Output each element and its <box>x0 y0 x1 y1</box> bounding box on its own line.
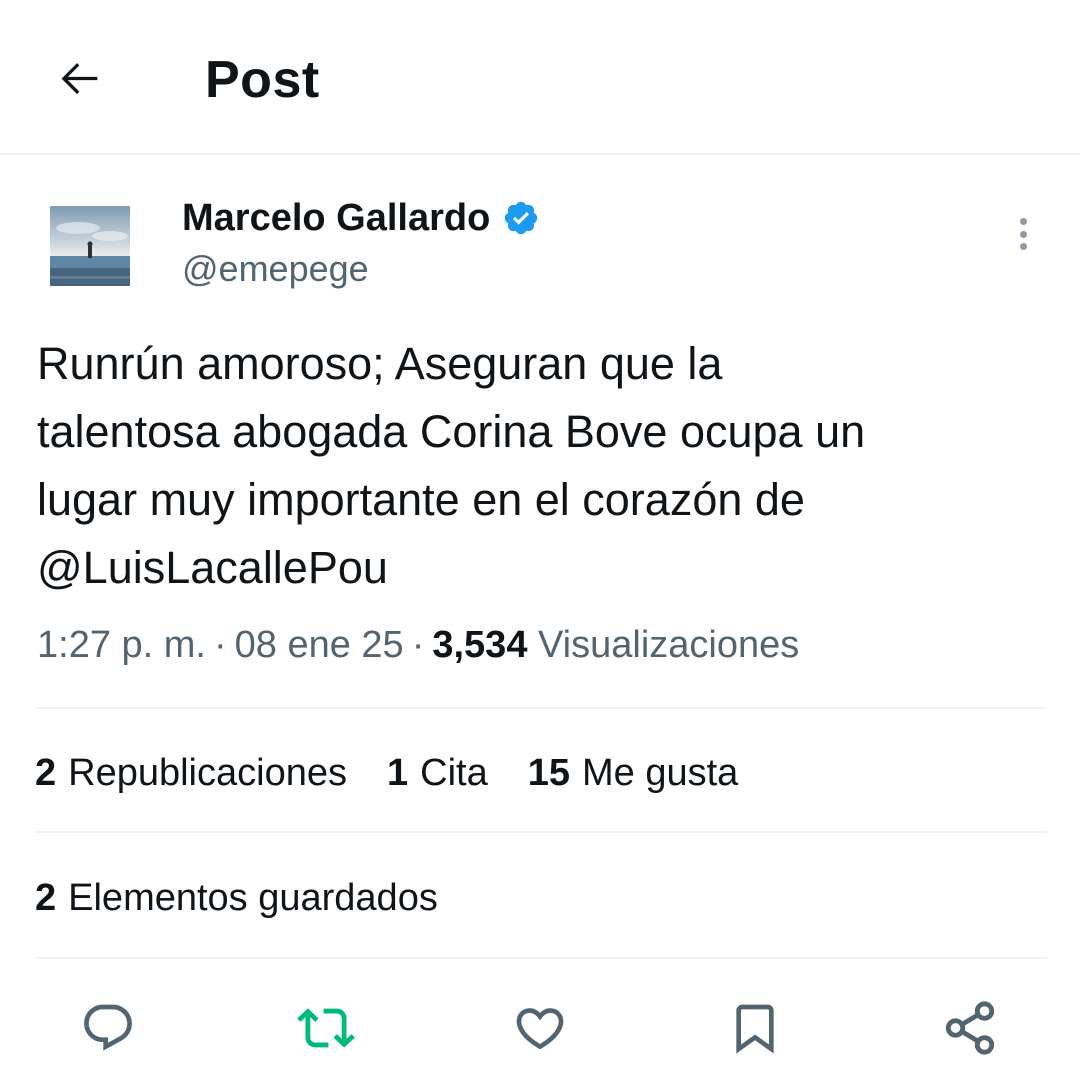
bookmarks-count: 2 <box>35 876 57 919</box>
mention-link[interactable]: @LuisLacallePou <box>37 534 1047 602</box>
top-bar: Post <box>0 0 1080 155</box>
post-meta: 1:27 p. m. · 08 ene 25 · 3,534 Visualizacion… <box>37 618 799 672</box>
author-name[interactable]: Marcelo Gallardo <box>182 194 490 242</box>
more-dot <box>1019 230 1027 238</box>
likes-count: 15 <box>527 751 570 794</box>
share-button[interactable] <box>940 998 1000 1058</box>
divider <box>35 957 1047 959</box>
verified-badge-icon <box>502 199 540 237</box>
avatar-image <box>50 206 130 286</box>
quotes-stat[interactable]: 1 Cita <box>387 752 488 795</box>
quotes-label: Cita <box>420 751 488 794</box>
post-date[interactable]: 08 ene 25 <box>235 624 404 666</box>
quotes-count: 1 <box>386 751 409 794</box>
author-handle[interactable]: @emepege <box>182 246 369 292</box>
action-bar <box>0 990 1080 1066</box>
bookmark-icon <box>736 1004 774 1054</box>
more-dots-icon <box>1019 218 1027 225</box>
likes-stat[interactable]: 15 Me gusta <box>528 752 739 795</box>
bookmark-button[interactable] <box>725 998 785 1058</box>
author-name-row: Marcelo Gallardo <box>182 194 540 242</box>
more-dot <box>1019 243 1027 250</box>
divider <box>35 831 1047 833</box>
post-time[interactable]: 1:27 p. m. <box>37 624 206 666</box>
post-text-line: lugar muy importante en el corazón de <box>37 474 805 525</box>
repost-button[interactable] <box>296 998 356 1058</box>
post-author: Marcelo Gallardo @emepege <box>0 190 1080 300</box>
avatar[interactable] <box>50 206 130 286</box>
reposts-stat[interactable]: 2 Republicaciones <box>35 752 347 795</box>
repost-icon <box>297 1008 355 1048</box>
more-options-button[interactable] <box>1006 214 1040 254</box>
bookmarks-label: Elementos guardados <box>68 876 438 919</box>
reply-icon <box>84 1004 132 1051</box>
views-count: 3,534 <box>432 624 528 666</box>
back-button[interactable] <box>50 48 110 108</box>
post-text-line: talentosa abogada Corina Bove ocupa un <box>37 406 866 457</box>
post-text: Runrún amoroso; Aseguran que la talentos… <box>37 330 1047 602</box>
meta-separator: · <box>411 624 425 666</box>
views-label: Visualizaciones <box>538 624 800 666</box>
likes-label: Me gusta <box>581 751 739 794</box>
like-button[interactable] <box>510 998 570 1058</box>
bookmarks-stat[interactable]: 2 Elementos guardados <box>35 870 438 926</box>
reply-button[interactable] <box>78 998 138 1058</box>
arrow-left-icon <box>61 63 98 95</box>
page-title: Post <box>205 51 320 109</box>
reposts-label: Republicaciones <box>68 751 347 794</box>
engagement-stats: 2 Republicaciones 1 Cita 15 Me gusta <box>35 745 778 801</box>
post-text-line: Runrún amoroso; Aseguran que la <box>37 338 723 389</box>
meta-separator: · <box>213 624 227 666</box>
heart-icon <box>516 1008 564 1050</box>
divider <box>35 707 1047 709</box>
share-icon <box>945 1001 995 1055</box>
reposts-count: 2 <box>35 751 57 794</box>
